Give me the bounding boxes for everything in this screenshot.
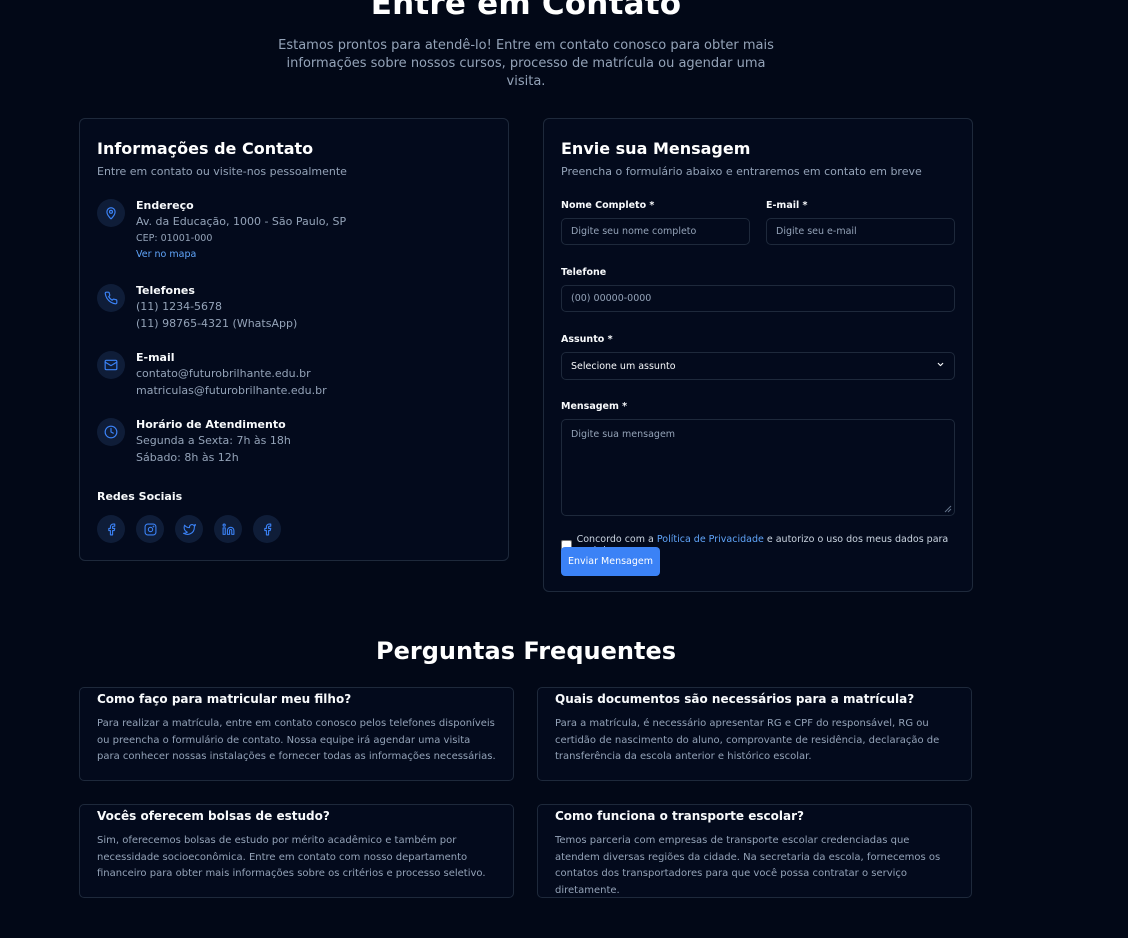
consent-prefix: Concordo com a [576, 534, 654, 545]
facebook-icon[interactable] [97, 515, 125, 543]
hours-label: Horário de Atendimento [136, 418, 286, 431]
email-line-2: matriculas@futurobrilhante.edu.br [136, 384, 327, 397]
social-links [97, 515, 281, 543]
email-label: E-mail [136, 351, 175, 364]
name-placeholder: Digite seu nome completo [571, 226, 697, 237]
faq-answer: Para a matrícula, é necessário apresenta… [555, 718, 940, 762]
chevron-down-icon [936, 360, 945, 372]
phone-field-label: Telefone [561, 267, 607, 278]
subject-select[interactable]: Selecione um assunto [561, 352, 955, 380]
contact-info-title: Informações de Contato [97, 139, 314, 158]
message-textarea[interactable]: Digite sua mensagem [561, 419, 955, 516]
form-subtitle: Preencha o formulário abaixo e entraremo… [561, 165, 922, 178]
page-subtitle: Estamos prontos para atendê-lo! Entre em… [278, 38, 774, 89]
message-form-card: Envie sua Mensagem Preencha o formulário… [543, 118, 973, 592]
name-input[interactable]: Digite seu nome completo [561, 218, 750, 245]
hours-line-2: Sábado: 8h às 12h [136, 451, 239, 464]
address-line: Av. da Educação, 1000 - São Paulo, SP [136, 215, 347, 228]
faq-item: Como faço para matricular meu filho? Par… [79, 687, 514, 781]
faq-question: Quais documentos são necessários para a … [555, 692, 915, 706]
faq-item: Quais documentos são necessários para a … [537, 687, 972, 781]
twitter-icon[interactable] [175, 515, 203, 543]
message-placeholder: Digite sua mensagem [571, 429, 676, 440]
mail-icon [97, 351, 125, 379]
phone-input[interactable]: (00) 00000-0000 [561, 285, 955, 312]
phone-line-1: (11) 1234-5678 [136, 300, 223, 313]
subject-label: Assunto * [561, 334, 613, 345]
faq-title: Perguntas Frequentes [376, 637, 676, 665]
contact-info-subtitle: Entre em contato ou visite-nos pessoalme… [97, 165, 347, 178]
resize-handle-icon[interactable] [944, 505, 952, 513]
page-title: Entre em Contato [370, 0, 682, 22]
contact-info-card: Informações de Contato Entre em contato … [79, 118, 509, 561]
faq-question: Vocês oferecem bolsas de estudo? [97, 809, 330, 823]
hours-line-1: Segunda a Sexta: 7h às 18h [136, 434, 291, 447]
faq-item: Vocês oferecem bolsas de estudo? Sim, of… [79, 804, 514, 898]
map-pin-icon [97, 199, 125, 227]
phone-placeholder: (00) 00000-0000 [571, 293, 652, 304]
email-line-1: contato@futurobrilhante.edu.br [136, 367, 311, 380]
subject-selected-value: Selecione um assunto [571, 360, 676, 372]
map-link[interactable]: Ver no mapa [136, 247, 436, 263]
faq-answer: Temos parceria com empresas de transport… [555, 835, 941, 896]
message-label: Mensagem * [561, 401, 628, 412]
email-placeholder: Digite seu e-mail [776, 226, 857, 237]
instagram-icon[interactable] [136, 515, 164, 543]
clock-icon [97, 418, 125, 446]
email-field-label: E-mail * [766, 200, 808, 211]
form-title: Envie sua Mensagem [561, 139, 751, 158]
faq-answer: Para realizar a matrícula, entre em cont… [97, 718, 496, 762]
social-title: Redes Sociais [97, 490, 183, 503]
address-label: Endereço [136, 199, 194, 212]
linkedin-icon[interactable] [214, 515, 242, 543]
phone-icon [97, 284, 125, 312]
name-label: Nome Completo * [561, 200, 655, 211]
address-cep: CEP: 01001-000 [136, 233, 213, 244]
faq-question: Como faço para matricular meu filho? [97, 692, 352, 706]
faq-answer: Sim, oferecemos bolsas de estudo por mér… [97, 835, 486, 879]
contact-page: Entre em Contato Estamos prontos para at… [0, 0, 1128, 938]
send-message-button[interactable]: Enviar Mensagem [561, 547, 660, 576]
faq-question: Como funciona o transporte escolar? [555, 809, 804, 823]
phones-label: Telefones [136, 284, 195, 297]
faq-item: Como funciona o transporte escolar? Temo… [537, 804, 972, 898]
facebook-icon[interactable] [253, 515, 281, 543]
phone-line-2: (11) 98765-4321 (WhatsApp) [136, 317, 298, 330]
privacy-policy-link[interactable]: Política de Privacidade [657, 534, 764, 545]
email-input[interactable]: Digite seu e-mail [766, 218, 955, 245]
